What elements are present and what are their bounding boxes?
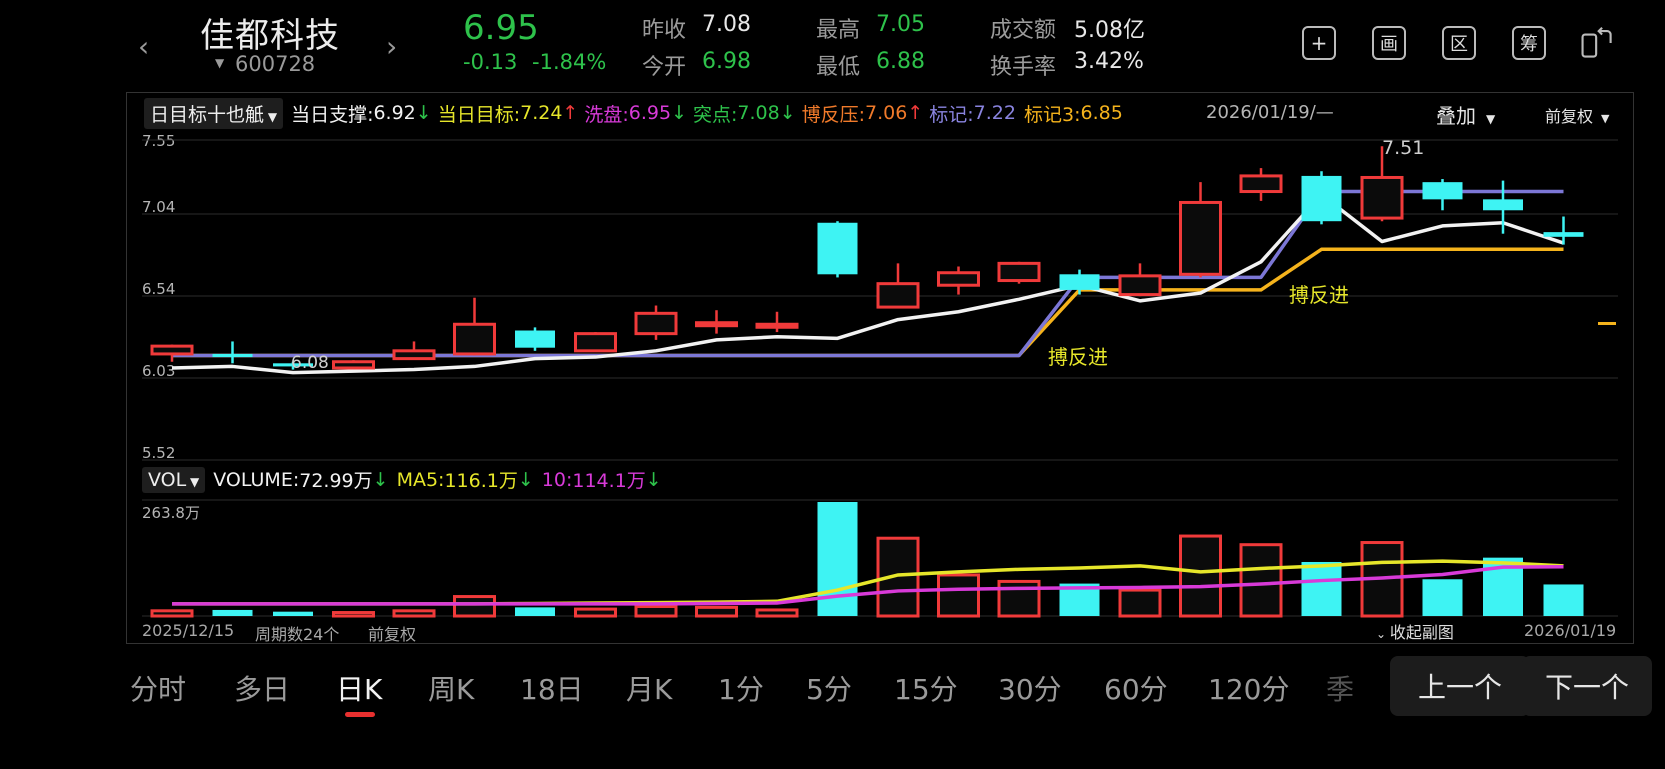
mark-value: 7.22 [973, 102, 1016, 124]
price-axis-label: 7.55 [142, 132, 176, 150]
arrow-down-icon: ↓ [779, 102, 796, 124]
wash-value: 6.95 [628, 102, 672, 124]
chart-frame [126, 92, 1634, 644]
arrow-up-icon: ↑ [562, 102, 579, 124]
chevrons-down-icon: ⌄ [1376, 627, 1390, 641]
arrow-up-icon: ↑ [907, 102, 924, 124]
breakout-label: 突点: [692, 103, 738, 126]
start-date: 2025/12/15 [142, 621, 235, 640]
draw-button[interactable]: 画 [1372, 26, 1406, 60]
price-axis-label: 6.03 [142, 362, 176, 380]
price-axis-label: 6.54 [142, 280, 176, 298]
period-count: 周期数24个 [255, 625, 340, 644]
end-date: 2026/01/19 [1524, 621, 1617, 640]
turnover-rate-value: 3.42% [1074, 49, 1144, 74]
range-button[interactable]: 区 [1442, 26, 1476, 60]
price-axis-label: 5.52 [142, 444, 176, 462]
low-value: 6.88 [876, 49, 925, 74]
price-change: -0.13 [463, 50, 518, 74]
prev-button[interactable]: 上一个 [1390, 656, 1530, 716]
chevron-down-icon[interactable]: ▼ [215, 56, 224, 70]
price-change-pct: -1.84% [532, 50, 607, 74]
chevron-down-icon: ▼ [264, 109, 278, 124]
tab-18day[interactable]: 18日 [520, 668, 584, 708]
turnover-value: 5.08亿 [1074, 18, 1145, 43]
tab-60min[interactable]: 60分 [1104, 668, 1168, 708]
chevron-down-icon: ▼ [1486, 112, 1496, 126]
rotate-screen-icon[interactable] [1580, 26, 1614, 60]
high-value: 7.05 [876, 12, 925, 37]
wash-label: 洗盘: [584, 103, 629, 126]
tab-15min[interactable]: 15分 [894, 668, 958, 708]
next-button[interactable]: 下一个 [1522, 656, 1652, 716]
vol-selector[interactable]: VOL ▼ [142, 466, 206, 493]
prev-close-value: 7.08 [702, 12, 751, 37]
ma5-label: MA5: [396, 468, 445, 491]
target-label: 当日目标: [437, 103, 521, 126]
arrow-down-icon: ↓ [517, 468, 534, 491]
arrow-down-icon: ↓ [415, 102, 432, 124]
ma10-label: 10: [541, 468, 573, 491]
mark-label: 标记: [929, 103, 974, 126]
tab-week-k[interactable]: 周K [428, 668, 474, 708]
chips-button[interactable]: 筹 [1512, 26, 1546, 60]
indicator-selector[interactable]: 日目标十也觗 ▼ [144, 97, 284, 129]
tab-30min[interactable]: 30分 [998, 668, 1062, 708]
turnover-rate-label: 换手率 [990, 55, 1057, 80]
active-tab-indicator [345, 712, 375, 717]
stock-name: 佳都科技 [200, 16, 340, 56]
stock-code[interactable]: 600728 [235, 52, 315, 76]
arrow-down-icon: ↓ [372, 468, 389, 491]
low-label: 最低 [816, 55, 861, 80]
mark3-label: 标记3: [1023, 103, 1081, 126]
tab-5min[interactable]: 5分 [806, 668, 852, 708]
price-axis-label: 7.04 [142, 198, 176, 216]
chevron-down-icon: ▼ [186, 474, 200, 489]
tab-1min[interactable]: 1分 [718, 668, 764, 708]
volume-bar: VOL ▼ VOLUME: 72.99万 ↓ MA5: 116.1万 ↓ 10:… [142, 466, 662, 493]
breakout-value: 7.08 [737, 102, 780, 124]
mark3-value: 6.85 [1080, 102, 1123, 124]
tab-season[interactable]: 季 [1326, 668, 1354, 708]
vol-max-label: 263.8万 [142, 504, 200, 522]
plus-square-icon[interactable]: + [1302, 26, 1336, 60]
overlay-button[interactable]: 叠加 ▼ [1436, 100, 1495, 129]
cursor-date: 2026/01/19/— [1206, 102, 1334, 123]
tab-day-k[interactable]: 日K [336, 668, 382, 708]
adjust-button[interactable]: 前复权 ▼ [1545, 103, 1609, 127]
tab-120min[interactable]: 120分 [1208, 668, 1289, 708]
support-label: 当日支撑: [291, 103, 374, 126]
support-value: 6.92 [373, 102, 416, 124]
volume-label: VOLUME: [213, 468, 300, 491]
indicator-bar: 日目标十也觗 ▼ 当日支撑: 6.92 ↓ 当日目标: 7.24 ↑ 洗盘: 6… [144, 97, 1123, 129]
tab-duori[interactable]: 多日 [234, 668, 290, 708]
collapse-subchart-button[interactable]: ⌄ 收起副图 [1376, 619, 1454, 643]
arrow-down-icon: ↓ [645, 468, 662, 491]
pressure-value: 7.06 [865, 102, 908, 124]
volume-value: 72.99万 [299, 470, 373, 492]
open-value: 6.98 [702, 49, 751, 74]
ma5-value: 116.1万 [444, 470, 518, 492]
prev-stock-arrow[interactable]: ‹ [138, 30, 149, 63]
tab-fenshi[interactable]: 分时 [130, 668, 186, 708]
tab-month-k[interactable]: 月K [626, 668, 672, 708]
pressure-label: 博反压: [801, 103, 866, 126]
open-label: 今开 [642, 55, 687, 80]
next-stock-arrow[interactable]: › [386, 30, 397, 63]
target-value: 7.24 [520, 102, 563, 124]
ma10-value: 114.1万 [572, 470, 646, 492]
high-label: 最高 [816, 18, 861, 43]
chevron-down-icon: ▼ [1601, 112, 1610, 125]
turnover-label: 成交额 [990, 18, 1057, 43]
current-price: 6.95 [463, 8, 539, 48]
arrow-down-icon: ↓ [671, 102, 687, 124]
footer-adjust: 前复权 [368, 625, 417, 644]
prev-close-label: 昨收 [642, 18, 687, 43]
